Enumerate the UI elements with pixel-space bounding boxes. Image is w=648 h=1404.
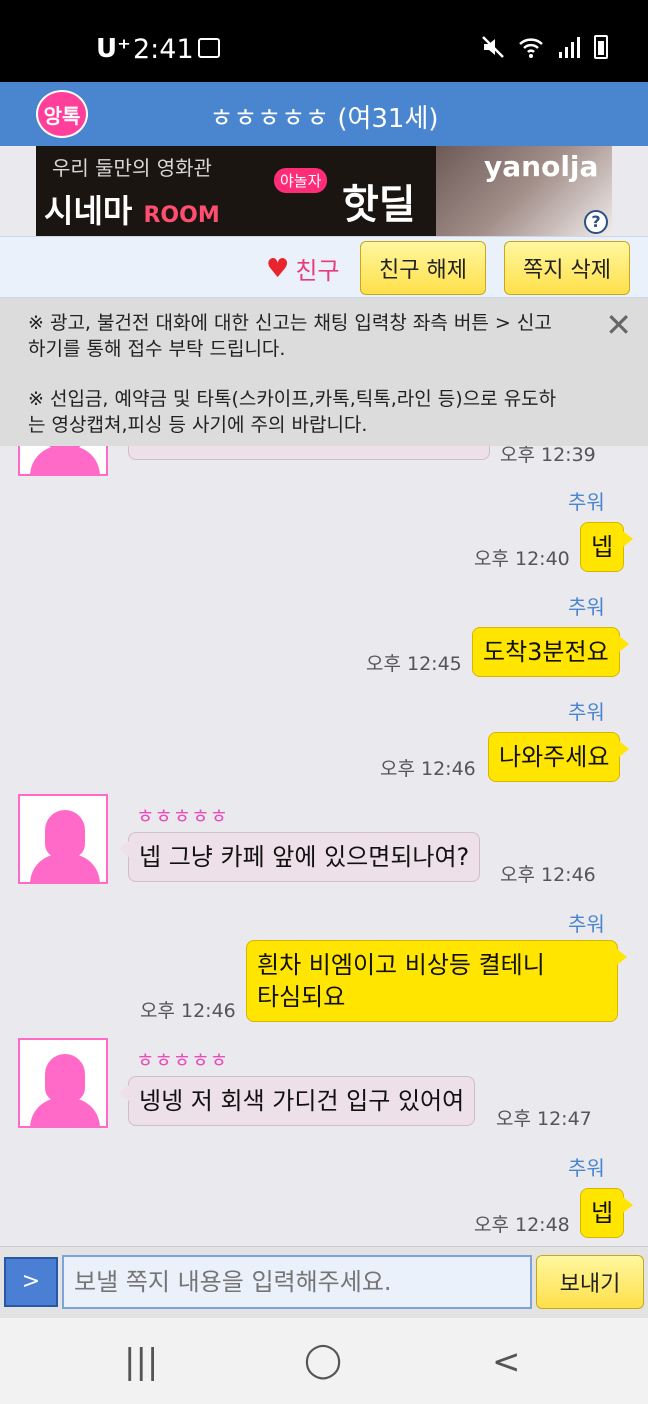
message-input[interactable]	[62, 1255, 532, 1309]
message-bubble: 넵 그냥 카페 앞에 있으면되나여?	[118, 832, 481, 882]
message-time: 오후 12:45	[366, 653, 462, 675]
close-icon[interactable]: ✕	[605, 309, 632, 341]
message-time: 오후 12:39	[500, 446, 596, 466]
banner-headline: 시네마 ROOM	[44, 186, 220, 232]
input-bar: > 보내기	[0, 1246, 648, 1318]
banner-hotdeal: 핫딜	[342, 182, 416, 228]
sender-name: ㅎㅎㅎㅎㅎ	[136, 1048, 228, 1072]
signal-icon	[559, 37, 580, 58]
heart-icon: ♥	[266, 253, 290, 284]
message-bubble: 도착3분전요	[472, 627, 629, 677]
banner-brand: yanolja	[484, 150, 599, 183]
message-line: 타심되요	[257, 983, 346, 1011]
friend-status: ♥ 친구	[266, 251, 339, 286]
message-bubble: 흰차 비엠이고 비상등 켤테니 타심되요	[246, 940, 627, 1022]
ad-banner[interactable]: 우리 둘만의 영화관 시네마 ROOM 야놀자 핫딜 yanolja ?	[36, 146, 612, 236]
banner-tagline: 우리 둘만의 영화관	[52, 156, 212, 180]
avatar[interactable]	[18, 794, 108, 884]
recents-icon[interactable]: |||	[124, 1342, 158, 1382]
carrier-label: U⁺	[96, 34, 131, 64]
unfriend-button[interactable]: 친구 해제	[360, 241, 486, 295]
banner-room: ROOM	[143, 203, 220, 228]
message-time: 오후 12:40	[474, 548, 570, 570]
battery-icon	[594, 35, 608, 59]
banner-badge: 야놀자	[274, 168, 328, 193]
gallery-icon	[198, 38, 220, 58]
sender-name: 추워	[568, 1156, 605, 1180]
message-bubble: 넵	[580, 522, 634, 572]
notice-report: ※ 광고, 불건전 대화에 대한 신고는 채팅 입력창 좌측 버튼 > 신고하기…	[28, 312, 552, 360]
status-bar: U⁺ 2:41	[0, 0, 648, 82]
message-time: 오후 12:46	[140, 1000, 236, 1022]
home-icon[interactable]: ◯	[304, 1340, 342, 1380]
mute-icon	[482, 36, 504, 58]
message-time: 오후 12:48	[474, 1214, 570, 1236]
message-bubble	[128, 446, 490, 460]
message-time: 오후 12:47	[496, 1108, 592, 1130]
sender-name: 추워	[568, 490, 605, 514]
sender-name: ㅎㅎㅎㅎㅎ	[136, 804, 228, 828]
chat-list[interactable]: 오후 12:39 추워 오후 12:40 넵 추워 오후 12:45 도착3분전…	[0, 446, 648, 1246]
message-bubble: 나와주세요	[488, 732, 630, 782]
action-bar: ♥ 친구 친구 해제 쪽지 삭제	[0, 236, 648, 298]
sender-name: 추워	[568, 912, 605, 936]
message-time: 오후 12:46	[380, 758, 476, 780]
sender-name: 추워	[568, 700, 605, 724]
wifi-icon	[519, 38, 543, 58]
avatar[interactable]	[18, 446, 108, 476]
report-menu-button[interactable]: >	[4, 1257, 58, 1307]
warning-notice: ※ 광고, 불건전 대화에 대한 신고는 채팅 입력창 좌측 버튼 > 신고하기…	[0, 298, 648, 446]
delete-message-button[interactable]: 쪽지 삭제	[504, 241, 630, 295]
message-bubble: 넹넹 저 회색 가디건 입구 있어여	[118, 1076, 476, 1126]
avatar[interactable]	[18, 1038, 108, 1128]
chat-header: 앙톡 ㅎㅎㅎㅎㅎ (여31세)	[0, 82, 648, 146]
message-bubble: 넵	[580, 1188, 634, 1238]
message-line: 흰차 비엠이고 비상등 켤테니	[257, 951, 545, 979]
message-time: 오후 12:46	[500, 864, 596, 886]
banner-cinema: 시네마	[44, 192, 133, 230]
notice-scam: ※ 선입금, 예약금 및 타톡(스카이프,카톡,틱톡,라인 등)으로 유도하는 …	[28, 388, 557, 436]
system-nav-bar: ||| ◯ <	[0, 1318, 648, 1404]
clock: 2:41	[133, 34, 194, 65]
help-icon[interactable]: ?	[584, 210, 608, 234]
sender-name: 추워	[568, 595, 605, 619]
chat-title: ㅎㅎㅎㅎㅎ (여31세)	[209, 104, 439, 134]
send-button[interactable]: 보내기	[536, 1255, 644, 1309]
friend-label: 친구	[295, 257, 340, 285]
back-icon[interactable]: <	[492, 1342, 521, 1382]
